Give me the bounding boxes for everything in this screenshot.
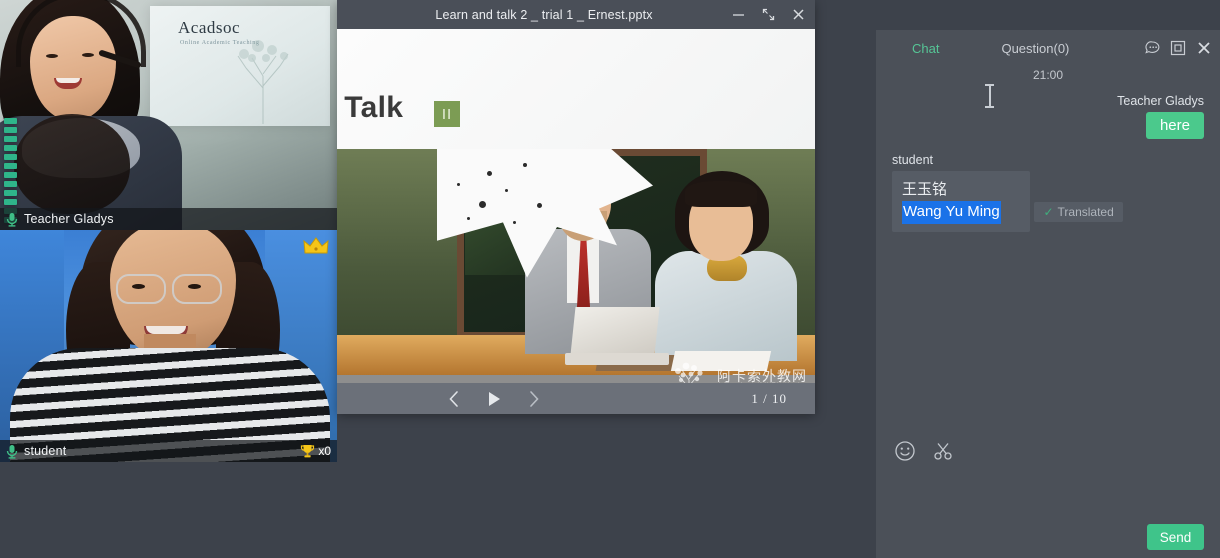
slide-title: d Talk (337, 91, 403, 125)
message-sender-label: Teacher Gladys (892, 94, 1204, 108)
trophy-count-label: x0 (318, 444, 331, 458)
window-controls (723, 0, 813, 29)
slide-canvas: d Talk II nema (337, 29, 815, 414)
minimize-icon[interactable] (723, 0, 753, 29)
send-button[interactable]: Send (1147, 524, 1204, 550)
tab-question[interactable]: Question(0) (1001, 41, 1069, 56)
translated-label: Translated (1058, 205, 1114, 219)
close-icon[interactable] (783, 0, 813, 29)
video-column: Acadsoc Online Academic Teaching (0, 0, 337, 462)
teacher-video-pane[interactable]: Acadsoc Online Academic Teaching (0, 0, 337, 230)
chevron-right-icon[interactable] (523, 388, 545, 410)
watermark-cn-label: 阿卡索外教网 (717, 369, 807, 384)
app-root: Acadsoc Online Academic Teaching (0, 0, 1220, 558)
check-icon: ✓ (1043, 205, 1053, 219)
chat-message-list[interactable]: Teacher Gladys here student 王玉铭 Wang Yu … (876, 88, 1220, 430)
student-reward-group: x0 (299, 443, 337, 460)
close-icon[interactable] (1194, 38, 1214, 58)
scissors-icon[interactable] (932, 440, 954, 462)
student-person-figure (40, 230, 302, 462)
teacher-name-label: Teacher Gladys (24, 212, 114, 226)
restore-icon[interactable] (1168, 38, 1188, 58)
chat-tab-bar: Chat Question(0) (876, 30, 1220, 66)
tab-chat[interactable]: Chat (912, 41, 939, 56)
chat-message-student: student 王玉铭 Wang Yu Ming ✓ Translated (892, 153, 1204, 232)
message-text-en-translation[interactable]: Wang Yu Ming (902, 201, 1001, 224)
speech-bubble-icon[interactable] (1142, 38, 1162, 58)
teacher-person-figure (0, 0, 184, 230)
student-name-label: student (24, 444, 66, 458)
chat-timestamp: 21:00 (876, 68, 1220, 82)
slide-control-bar: 1 / 10 (337, 383, 815, 414)
pptx-window[interactable]: Learn and talk 2 _ trial 1 _ Ernest.pptx (337, 0, 815, 414)
translated-badge: ✓ Translated (1034, 202, 1122, 222)
emoji-icon[interactable] (894, 440, 916, 462)
slide-unit-badge: II (434, 101, 460, 127)
student-name-bar: student x0 (0, 440, 337, 462)
play-icon[interactable] (483, 388, 505, 410)
slide-page-indicator: 1 / 10 (751, 391, 787, 407)
microphone-icon (4, 443, 20, 459)
pptx-window-title: Learn and talk 2 _ trial 1 _ Ernest.pptx (337, 8, 723, 22)
slide-photo: 阿卡索外教网 专属一对一在线英语培训平台 Acadsoc.com.cn (337, 149, 815, 414)
text-cursor (985, 84, 994, 108)
message-sender-label: student (892, 153, 1204, 167)
student-video-pane[interactable]: student x0 (0, 230, 337, 462)
chevron-left-icon[interactable] (443, 388, 465, 410)
pptx-title-bar[interactable]: Learn and talk 2 _ trial 1 _ Ernest.pptx (337, 0, 815, 29)
chat-panel: Chat Question(0) (876, 30, 1220, 558)
message-text-cn: 王玉铭 (902, 177, 1020, 201)
restore-icon[interactable] (753, 0, 783, 29)
message-bubble-incoming[interactable]: 王玉铭 Wang Yu Ming (892, 171, 1030, 232)
chat-message-teacher: Teacher Gladys here (892, 94, 1204, 139)
crown-icon (303, 236, 329, 256)
tree-graphic-icon (224, 28, 302, 124)
chat-toolbar (876, 434, 1220, 468)
trophy-icon (299, 443, 316, 460)
chat-header-icons (1142, 30, 1214, 66)
microphone-icon (4, 211, 20, 227)
teacher-name-bar: Teacher Gladys (0, 208, 337, 230)
pptx-slide-area[interactable]: d Talk II nema (337, 29, 815, 414)
message-bubble-outgoing[interactable]: here (1146, 112, 1204, 139)
